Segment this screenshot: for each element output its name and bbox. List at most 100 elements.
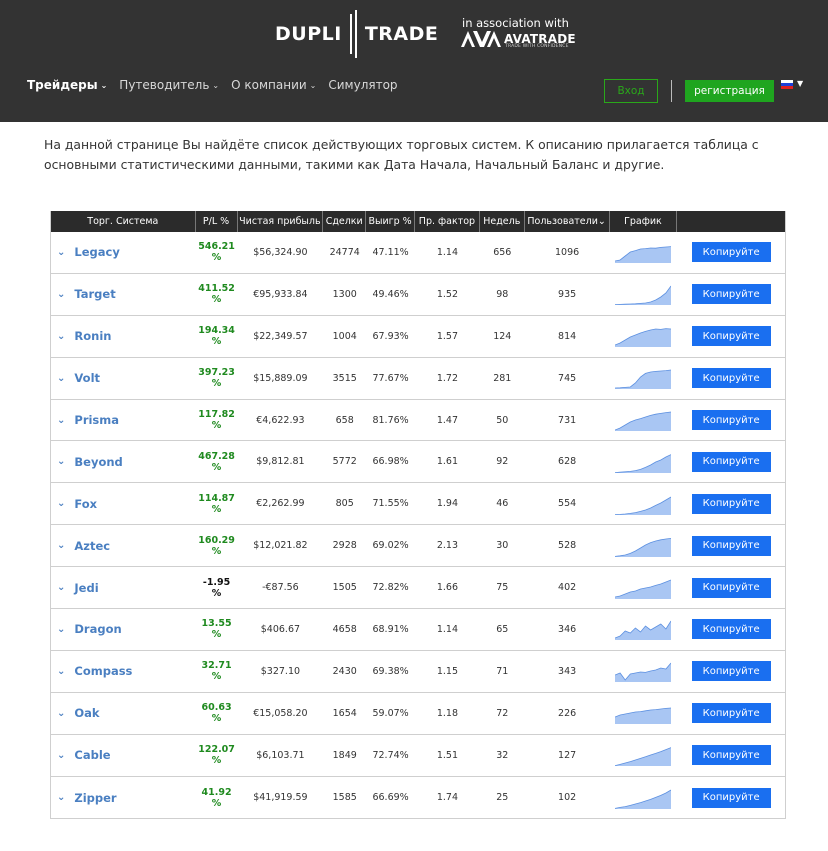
expand-chevron-icon[interactable]: ⌄ xyxy=(57,624,65,635)
system-name-cell[interactable]: ⌄ Beyond xyxy=(51,441,196,482)
trades-count: 4658 xyxy=(332,623,357,635)
system-name[interactable]: Target xyxy=(74,287,115,301)
table-row: ⌄ Volt 397.23 % $15,889.09 3515 77.67% 1.72 281… xyxy=(51,358,785,400)
system-name[interactable]: Fox xyxy=(74,497,97,511)
system-name[interactable]: Compass xyxy=(74,664,132,678)
system-name-cell[interactable]: ⌄ Volt xyxy=(51,358,196,399)
profit-factor: 1.51 xyxy=(436,749,458,761)
nav-item-4[interactable]: Симулятор xyxy=(328,78,397,92)
expand-chevron-icon[interactable]: ⌄ xyxy=(57,289,65,300)
action-cell: Копируйте xyxy=(677,567,785,608)
system-name-cell[interactable]: ⌄ Dragon xyxy=(51,609,196,650)
copy-button[interactable]: Копируйте xyxy=(691,535,771,556)
equity-sparkline xyxy=(615,496,672,515)
system-name-cell[interactable]: ⌄ Ronin xyxy=(51,316,196,357)
register-button[interactable]: регистрация xyxy=(685,80,774,102)
login-button[interactable]: Вход xyxy=(604,79,658,103)
copy-button[interactable]: Копируйте xyxy=(691,451,771,472)
association-text: in association with xyxy=(462,16,569,30)
copy-button[interactable]: Копируйте xyxy=(691,745,771,766)
net-profit: $327.10 xyxy=(260,665,301,677)
copy-button[interactable]: Копируйте xyxy=(691,787,771,808)
system-name-cell[interactable]: ⌄ Prisma xyxy=(51,400,196,441)
system-name[interactable]: Cable xyxy=(74,748,110,762)
weeks-count: 98 xyxy=(496,288,509,300)
copy-button[interactable]: Копируйте xyxy=(691,326,771,347)
weeks-count: 46 xyxy=(496,498,509,510)
system-name[interactable]: Prisma xyxy=(74,413,119,427)
system-name[interactable]: Aztec xyxy=(74,539,110,553)
duplitrade-logo[interactable]: DUPLI TRADE xyxy=(275,8,438,60)
equity-sparkline xyxy=(615,411,672,431)
system-name[interactable]: Volt xyxy=(74,371,100,385)
action-cell: Копируйте xyxy=(677,735,785,776)
system-name-cell[interactable]: ⌄ Legacy xyxy=(51,232,196,273)
system-name-cell[interactable]: ⌄ Aztec xyxy=(51,525,196,566)
nav-item-label: Путеводитель xyxy=(119,78,210,92)
weeks-count: 92 xyxy=(496,456,509,468)
expand-chevron-icon[interactable]: ⌄ xyxy=(57,708,65,719)
weeks-count: 72 xyxy=(496,707,509,719)
system-name-cell[interactable]: ⌄ Zipper xyxy=(51,777,196,819)
expand-chevron-icon[interactable]: ⌄ xyxy=(57,331,65,342)
header-label: Торг. Система xyxy=(87,216,159,227)
weeks-count: 656 xyxy=(493,246,512,258)
action-cell: Копируйте xyxy=(677,525,785,566)
pl-value: 41.92 % xyxy=(201,786,232,809)
nav-item-2[interactable]: Путеводитель ⌄ xyxy=(119,78,219,92)
expand-chevron-icon[interactable]: ⌄ xyxy=(57,582,65,593)
ru-flag-icon[interactable] xyxy=(781,80,793,89)
expand-chevron-icon[interactable]: ⌄ xyxy=(57,373,65,384)
system-name[interactable]: Legacy xyxy=(74,245,119,259)
nav-item-3[interactable]: О компании ⌄ xyxy=(231,78,316,92)
copy-button[interactable]: Копируйте xyxy=(691,703,771,724)
action-cell: Копируйте xyxy=(677,483,785,524)
header-label: Выигр % xyxy=(368,216,412,227)
system-name-cell[interactable]: ⌄ Jedi xyxy=(51,567,196,608)
expand-chevron-icon[interactable]: ⌄ xyxy=(57,750,65,761)
system-name[interactable]: Beyond xyxy=(74,455,122,469)
weeks-count: 25 xyxy=(496,792,509,804)
copy-button[interactable]: Копируйте xyxy=(691,410,771,430)
expand-chevron-icon[interactable]: ⌄ xyxy=(57,247,65,258)
profit-factor: 1.57 xyxy=(436,330,458,342)
avatrade-mark-icon xyxy=(461,31,501,47)
net-profit: -€87.56 xyxy=(262,582,299,594)
chevron-down-icon: ⌄ xyxy=(309,80,317,90)
copy-button[interactable]: Копируйте xyxy=(691,368,771,389)
system-name[interactable]: Jedi xyxy=(74,581,98,595)
net-profit: €2,262.99 xyxy=(256,498,305,510)
copy-button[interactable]: Копируйте xyxy=(691,493,771,514)
system-name-cell[interactable]: ⌄ Cable xyxy=(51,735,196,776)
system-name[interactable]: Zipper xyxy=(74,791,116,805)
header-users[interactable]: Пользователи ⌄ xyxy=(525,211,610,232)
system-name[interactable]: Ronin xyxy=(74,329,111,343)
nav-item-1[interactable]: Трейдеры ⌄ xyxy=(27,78,107,92)
copy-button[interactable]: Копируйте xyxy=(691,619,771,640)
copy-button[interactable]: Копируйте xyxy=(691,577,771,598)
table-row: ⌄ Oak 60.63 % €15,058.20 1654 59.07% 1.18 72 226… xyxy=(51,693,785,735)
system-name-cell[interactable]: ⌄ Fox xyxy=(51,483,196,524)
table-row: ⌄ Cable 122.07 % $6,103.71 1849 72.74% 1.51 32 1… xyxy=(51,735,785,777)
logo-right-text: TRADE xyxy=(364,23,439,45)
expand-chevron-icon[interactable]: ⌄ xyxy=(57,415,65,426)
copy-button[interactable]: Копируйте xyxy=(691,661,771,682)
expand-chevron-icon[interactable]: ⌄ xyxy=(57,666,65,677)
system-name[interactable]: Oak xyxy=(74,706,99,720)
users-count: 1096 xyxy=(555,246,580,258)
expand-chevron-icon[interactable]: ⌄ xyxy=(57,456,65,467)
expand-chevron-icon[interactable]: ⌄ xyxy=(57,792,65,803)
system-name-cell[interactable]: ⌄ Oak xyxy=(51,693,196,734)
expand-chevron-icon[interactable]: ⌄ xyxy=(57,540,65,551)
copy-button[interactable]: Копируйте xyxy=(691,284,771,305)
users-count: 731 xyxy=(558,414,577,426)
expand-chevron-icon[interactable]: ⌄ xyxy=(57,498,65,509)
system-name[interactable]: Dragon xyxy=(74,622,121,636)
pl-cell: 194.34 % xyxy=(196,316,238,357)
system-name-cell[interactable]: ⌄ Compass xyxy=(51,651,196,692)
net-profit: $22,349.57 xyxy=(253,330,308,342)
system-name-cell[interactable]: ⌄ Target xyxy=(51,274,196,315)
language-chevron-icon[interactable]: ▼ xyxy=(797,79,803,88)
copy-button[interactable]: Копируйте xyxy=(691,242,771,263)
table-row: ⌄ Compass 32.71 % $327.10 2430 69.38% 1.15 71 34… xyxy=(51,651,785,693)
